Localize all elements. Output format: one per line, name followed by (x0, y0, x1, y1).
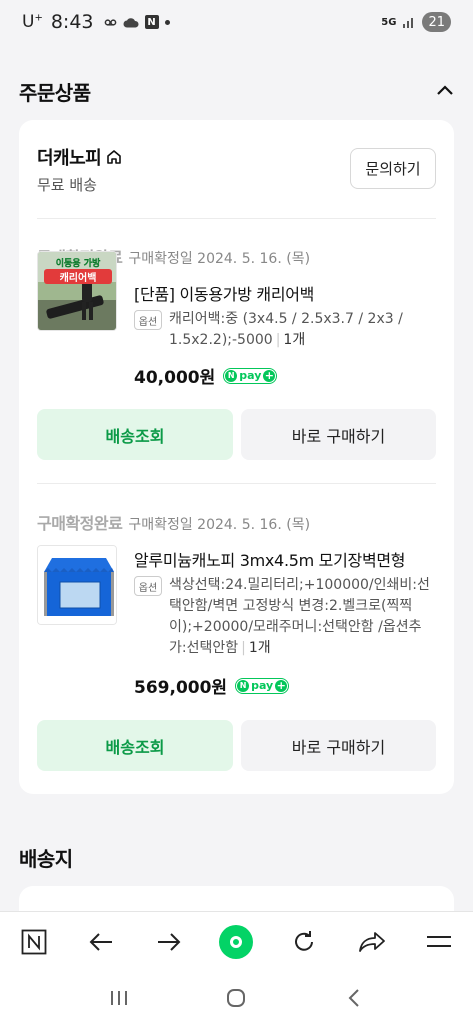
clock: 8:43 (50, 11, 94, 33)
track-delivery-button[interactable]: 배송조회 (37, 720, 233, 771)
reload-button[interactable] (284, 922, 324, 962)
store-name[interactable]: 더캐노피 (37, 144, 102, 170)
naver-notification-icon: N (144, 15, 159, 29)
reload-icon (295, 930, 314, 951)
order-card: 더캐노피 무료 배송 문의하기 구매확정완료 구매확정일 2024. 5. 16… (19, 120, 454, 794)
share-button[interactable] (352, 922, 392, 962)
status-bar: U+ 8:43 N 5G 21 (0, 0, 473, 44)
order-status-line: 구매확정완료 구매확정일 2024. 5. 16. (목) (37, 510, 310, 534)
arrow-left-icon (89, 932, 113, 951)
signal-icon (403, 18, 414, 28)
plus-icon: + (263, 369, 276, 382)
option-text: 색상선택:24.밀리터리;+100000/인쇄비:선택안함/벽면 고정방식 변경… (169, 577, 430, 656)
option-text: 캐리어백:중 (3x4.5 / 2.5x3.7 / 2x3 / 1.5x2.2)… (169, 311, 403, 348)
product-name[interactable]: 알루미늄캐노피 3mx4.5m 모기장벽면형 (134, 547, 406, 571)
notification-dot-icon (164, 19, 170, 25)
divider (37, 218, 436, 219)
network-label: 5G (381, 16, 397, 28)
share-icon (358, 931, 385, 952)
order-status: 구매확정완료 (37, 514, 123, 533)
back-button[interactable] (81, 922, 121, 962)
track-delivery-button[interactable]: 배송조회 (37, 409, 233, 460)
naver-n-icon: N (225, 369, 238, 382)
back-nav-icon[interactable] (343, 987, 365, 1009)
quantity: 1개 (283, 332, 306, 348)
forward-button[interactable] (149, 922, 189, 962)
price: 569,000원 (134, 678, 228, 698)
price-line: 569,000원 Npay + (134, 673, 290, 698)
product-name[interactable]: [단품] 이동용가방 캐리어백 (134, 281, 314, 305)
confirm-date: 구매확정일 2024. 5. 16. (목) (128, 251, 311, 267)
order-section-title: 주문상품 (19, 81, 91, 105)
thumbnail-caption-1: 이동용 가방 (55, 259, 101, 269)
green-dot-button[interactable] (216, 922, 256, 962)
arrow-right-icon (157, 932, 181, 951)
battery-indicator: 21 (422, 12, 451, 32)
menu-icon (427, 935, 452, 947)
divider (37, 483, 436, 484)
green-dot-icon (219, 924, 254, 959)
product-thumbnail[interactable] (37, 545, 117, 625)
option-badge: 옵션 (134, 576, 162, 596)
npay-plus-badge: Npay + (223, 367, 278, 384)
naver-icon (21, 929, 47, 954)
buy-again-button[interactable]: 바로 구매하기 (241, 720, 436, 771)
system-navigation-bar (0, 971, 473, 1024)
home-icon[interactable] (105, 148, 123, 166)
buy-again-button[interactable]: 바로 구매하기 (241, 409, 436, 460)
naver-home-button[interactable] (14, 922, 54, 962)
browser-toolbar (0, 911, 473, 971)
confirm-date: 구매확정일 2024. 5. 16. (목) (128, 517, 311, 533)
option-badge: 옵션 (134, 310, 162, 330)
price: 40,000원 (134, 368, 216, 388)
address-section-title: 배송지 (19, 847, 73, 871)
price-line: 40,000원 Npay + (134, 363, 278, 388)
store-name-row[interactable]: 더캐노피 (37, 144, 123, 170)
cloud-icon (123, 17, 139, 27)
menu-button[interactable] (419, 922, 459, 962)
thumbnail-caption-2: 캐리어백 (44, 269, 112, 284)
voicemail-icon (104, 18, 116, 26)
carrier-label: U+ (22, 12, 43, 32)
plus-icon: + (275, 679, 288, 692)
quantity: 1개 (248, 640, 271, 656)
inquiry-button[interactable]: 문의하기 (350, 148, 436, 189)
product-thumbnail[interactable]: 이동용 가방 캐리어백 (37, 251, 117, 331)
shipping-fee: 무료 배송 (37, 176, 97, 194)
recent-apps-icon[interactable] (108, 988, 130, 1008)
chevron-up-icon[interactable] (435, 80, 455, 100)
naver-n-icon: N (237, 679, 250, 692)
home-button-icon[interactable] (225, 987, 247, 1009)
npay-plus-badge: Npay + (235, 677, 290, 694)
